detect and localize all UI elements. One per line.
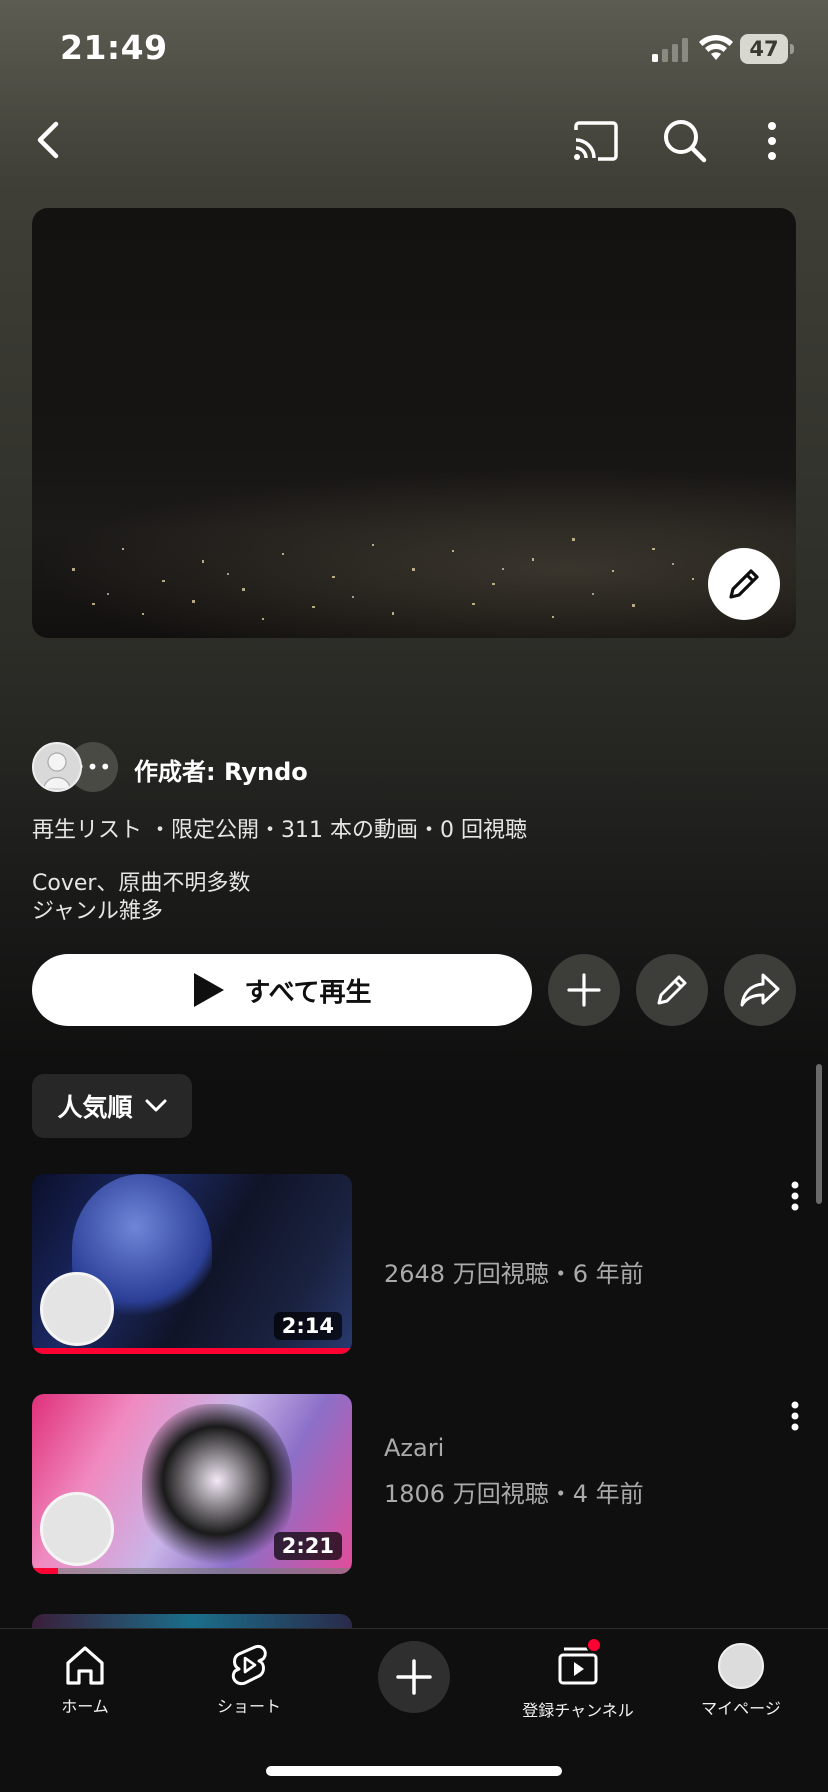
play-all-label: すべて再生 <box>244 977 372 1008</box>
avatar <box>718 1643 764 1689</box>
share-icon <box>740 973 780 1007</box>
nav-home-label: ホーム <box>61 1697 109 1716</box>
add-to-playlist-button[interactable] <box>548 954 620 1026</box>
description-line-2: ジャンル雑多 <box>32 899 163 924</box>
edit-playlist-button[interactable] <box>636 954 708 1026</box>
sort-label: 人気順 <box>57 1093 133 1122</box>
create-button[interactable] <box>378 1641 450 1713</box>
sort-dropdown[interactable]: 人気順 <box>32 1074 192 1138</box>
video-more-icon[interactable] <box>780 1396 810 1436</box>
channel-avatar <box>40 1272 114 1346</box>
nav-home[interactable]: ホーム <box>20 1643 150 1717</box>
watch-progress <box>32 1568 58 1574</box>
cellular-signal-icon <box>652 38 692 62</box>
chevron-down-icon <box>145 1099 166 1112</box>
playlist-meta: 再生リスト ・限定公開・311 本の動画・0 回視聴 <box>32 818 527 843</box>
nav-shorts-label: ショート <box>216 1697 281 1716</box>
video-thumbnail[interactable]: 2:21 <box>32 1394 352 1574</box>
channel-avatar <box>40 1492 114 1566</box>
battery-level: 47 <box>740 34 788 64</box>
playlist-cover-image <box>32 208 796 638</box>
nav-subscriptions-label: 登録チャンネル <box>522 1701 634 1720</box>
pencil-icon <box>729 569 759 599</box>
search-icon[interactable] <box>662 118 708 164</box>
home-icon <box>66 1646 104 1685</box>
video-duration: 2:21 <box>273 1532 342 1560</box>
nav-subscriptions[interactable]: 登録チャンネル <box>512 1637 644 1721</box>
notification-dot <box>586 1637 602 1653</box>
video-meta: 1806 万回視聴・4 年前 <box>384 1480 644 1508</box>
battery-icon: 47 <box>740 34 794 64</box>
status-time: 21:49 <box>60 28 168 67</box>
shorts-icon <box>231 1644 267 1686</box>
play-all-button[interactable]: すべて再生 <box>32 954 532 1026</box>
nav-mypage[interactable]: マイページ <box>676 1643 806 1719</box>
home-indicator <box>266 1766 562 1776</box>
video-title[interactable]: Azari <box>384 1434 444 1462</box>
edit-cover-button[interactable] <box>708 548 780 620</box>
nav-mypage-label: マイページ <box>701 1699 781 1718</box>
scrollbar[interactable] <box>816 1064 822 1204</box>
pencil-icon <box>657 975 687 1005</box>
nav-shorts[interactable]: ショート <box>184 1643 314 1717</box>
video-duration: 2:14 <box>273 1312 342 1340</box>
playlist-description: Cover、原曲不明多数 ジャンル雑多 <box>32 870 250 926</box>
plus-icon <box>567 973 601 1007</box>
plus-icon <box>396 1659 432 1695</box>
description-line-1: Cover、原曲不明多数 <box>32 871 251 896</box>
cast-icon[interactable] <box>572 120 620 162</box>
avatar[interactable] <box>32 742 82 792</box>
video-meta: 2648 万回視聴・6 年前 <box>384 1260 644 1288</box>
video-more-icon[interactable] <box>780 1176 810 1216</box>
video-thumbnail[interactable]: 2:14 <box>32 1174 352 1354</box>
back-arrow-icon[interactable] <box>28 116 68 164</box>
watch-progress <box>32 1348 352 1354</box>
wifi-icon <box>698 34 734 62</box>
playlist-creator[interactable]: 作成者: Ryndo <box>134 752 308 787</box>
share-button[interactable] <box>724 954 796 1026</box>
more-vertical-icon[interactable] <box>760 118 784 164</box>
play-icon <box>194 973 225 1007</box>
